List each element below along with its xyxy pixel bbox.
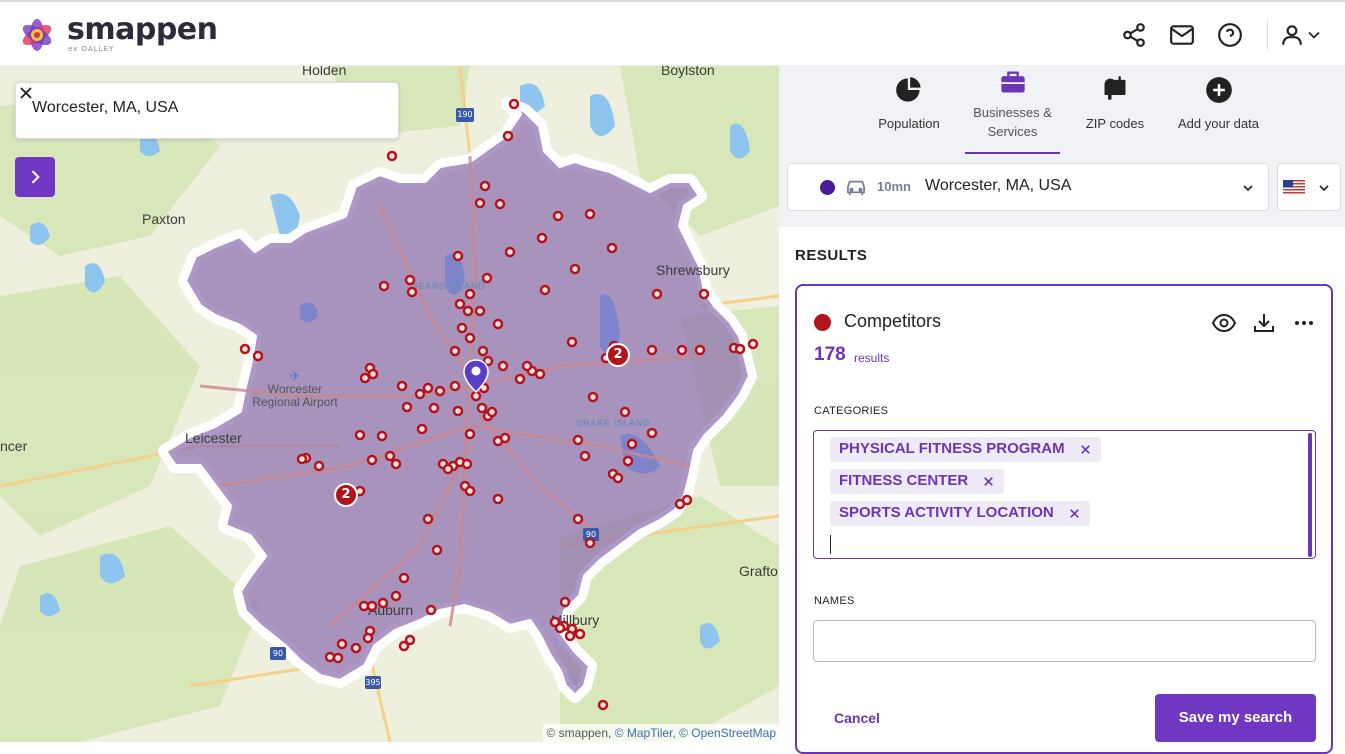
- marker-cluster[interactable]: 2: [606, 343, 630, 367]
- chevron-down-icon: [1243, 185, 1253, 192]
- categories-input[interactable]: PHYSICAL FITNESS PROGRAM FITNESS CENTER …: [813, 430, 1316, 559]
- map-label-leicester: Leicester: [185, 430, 242, 446]
- tab-add-your-data[interactable]: Add your data: [1171, 66, 1266, 154]
- map-pin-icon[interactable]: [463, 359, 489, 393]
- location-search: [15, 82, 399, 139]
- category-tag-label: FITNESS CENTER: [839, 472, 969, 489]
- results-count: 178: [814, 344, 846, 365]
- plus-circle-icon: [1205, 77, 1232, 103]
- cancel-button[interactable]: Cancel: [834, 710, 880, 726]
- map-label-airport: ✈ Worcester Regional Airport: [245, 369, 345, 409]
- competitors-card: Competitors 178 results CATEGORIES PHYSI…: [795, 284, 1333, 754]
- chevron-down-icon: [1319, 185, 1329, 192]
- brand-subtitle: ex OALLEY: [68, 45, 115, 53]
- smappen-logo[interactable]: [16, 14, 58, 56]
- category-tag-label: PHYSICAL FITNESS PROGRAM: [839, 440, 1065, 457]
- map-label-boylston: Boylston: [661, 66, 715, 78]
- chevron-down-icon[interactable]: [1304, 22, 1324, 48]
- remove-tag-icon[interactable]: [1068, 507, 1081, 520]
- more-options-icon[interactable]: [1292, 311, 1316, 335]
- tab-zip-codes[interactable]: ZIP codes: [1077, 66, 1153, 154]
- briefcase-icon: [1000, 71, 1025, 93]
- map-label-spencer: ncer: [0, 438, 28, 454]
- tab-label: Add your data: [1178, 116, 1259, 131]
- remove-tag-icon[interactable]: [982, 475, 995, 488]
- tab-label: Population: [878, 116, 940, 131]
- airport-label-line2: Regional Airport: [252, 395, 338, 409]
- us-flag-icon: [1283, 180, 1305, 195]
- map-label-shrewsbury: Shrewsbury: [656, 262, 730, 278]
- tab-businesses-services[interactable]: Businesses & Services: [965, 66, 1060, 154]
- card-title: Competitors: [844, 311, 942, 331]
- names-input[interactable]: [813, 620, 1316, 662]
- brand-name: smappen: [67, 12, 218, 47]
- share-icon[interactable]: [1121, 22, 1147, 48]
- area-travel-time: 10mn: [877, 179, 911, 194]
- map-label-grafton: Grafto: [739, 563, 778, 579]
- tabs-bar: Population Businesses & Services ZIP cod…: [779, 66, 1345, 227]
- close-icon[interactable]: [16, 83, 36, 103]
- area-color-dot: [820, 180, 835, 195]
- map-label-millbury: Millbury: [551, 612, 600, 628]
- highway-shield: 190: [456, 108, 474, 122]
- map-canvas[interactable]: [0, 66, 779, 742]
- tab-label: ZIP codes: [1085, 116, 1145, 131]
- map-label-holden: Holden: [302, 66, 347, 78]
- header-separator: [1267, 20, 1268, 50]
- attribution-smappen: © smappen,: [546, 726, 612, 740]
- help-icon[interactable]: [1217, 22, 1243, 48]
- category-tag-label: SPORTS ACTIVITY LOCATION: [839, 504, 1054, 521]
- highway-shield: 90: [583, 528, 599, 541]
- user-icon[interactable]: [1279, 22, 1305, 48]
- marker-cluster[interactable]: 2: [334, 483, 358, 507]
- tab-label: Businesses & Services: [973, 105, 1052, 139]
- map-label-drake-island: DRAKE ISLAND: [576, 418, 651, 428]
- categories-label: CATEGORIES: [814, 405, 889, 417]
- results-count-label: results: [854, 351, 890, 365]
- save-search-button[interactable]: Save my search: [1155, 694, 1316, 742]
- names-label: NAMES: [814, 595, 855, 607]
- tab-population[interactable]: Population: [871, 66, 947, 154]
- map-label-sears-island: SEARS ISLAND: [412, 281, 486, 291]
- country-selector[interactable]: [1277, 163, 1341, 211]
- category-tag: FITNESS CENTER: [830, 469, 1005, 494]
- results-panel: Population Businesses & Services ZIP cod…: [779, 66, 1345, 754]
- area-selector[interactable]: 10mn Worcester, MA, USA: [787, 163, 1269, 211]
- attribution-maptiler-link[interactable]: © MapTiler,: [615, 726, 676, 740]
- category-tag: PHYSICAL FITNESS PROGRAM: [830, 437, 1101, 462]
- map-attribution: © smappen, © MapTiler, © OpenStreetMap: [543, 724, 779, 742]
- car-icon: [847, 180, 865, 196]
- mailbox-icon: [1104, 76, 1126, 100]
- layer-color-dot[interactable]: [814, 314, 831, 331]
- chevron-right-icon: [31, 170, 40, 184]
- expand-sidebar-button[interactable]: [15, 157, 55, 197]
- results-title: RESULTS: [795, 247, 868, 264]
- pie-chart-icon: [896, 77, 921, 102]
- attribution-osm-link[interactable]: © OpenStreetMap: [679, 726, 776, 740]
- area-name: Worcester, MA, USA: [925, 177, 1072, 194]
- remove-tag-icon[interactable]: [1079, 443, 1092, 456]
- app-header: smappen ex OALLEY: [0, 0, 1345, 66]
- map-label-paxton: Paxton: [142, 211, 186, 227]
- eye-icon[interactable]: [1212, 311, 1236, 335]
- location-search-input[interactable]: [32, 99, 352, 117]
- map-label-auburn: Auburn: [368, 602, 414, 618]
- category-tag: SPORTS ACTIVITY LOCATION: [830, 501, 1090, 526]
- highway-shield: 395: [365, 676, 381, 689]
- map-view[interactable]: Holden Boylston Paxton Shrewsbury Leices…: [0, 66, 779, 742]
- mail-icon[interactable]: [1169, 22, 1195, 48]
- text-caret: [830, 535, 831, 554]
- download-icon[interactable]: [1252, 311, 1276, 335]
- highway-shield: 90: [270, 647, 286, 660]
